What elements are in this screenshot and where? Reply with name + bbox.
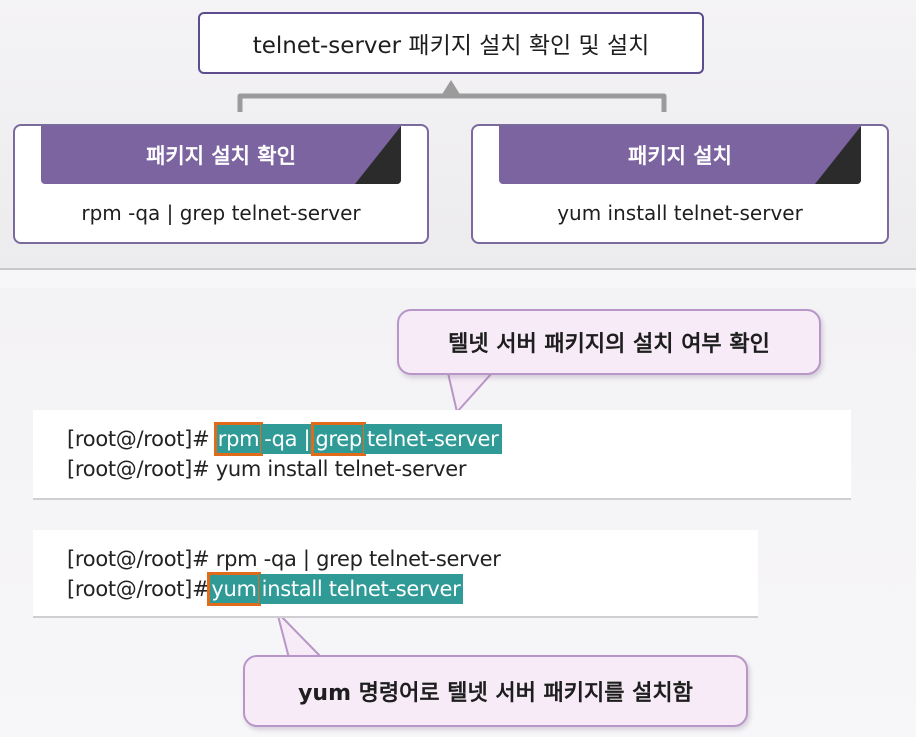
terminal-line: [root@/root]# yum install telnet-server <box>67 454 851 484</box>
cmd-rpm: rpm <box>213 422 264 456</box>
terminal-line: [root@/root]# rpm -qa | grep telnet-serv… <box>67 544 758 574</box>
callout-install: yum 명령어로 텔넷 서버 패키지를 설치함 <box>243 655 748 727</box>
prompt: [root@/root]# <box>67 577 210 601</box>
cmd-yum: yum <box>207 572 261 606</box>
terminal-line: [root@/root]# rpm -qa | grep telnet-server <box>67 422 851 456</box>
cmd-text: rpm -qa | grep telnet-server <box>215 547 501 571</box>
callout-check: 텔넷 서버 패키지의 설치 여부 확인 <box>397 309 821 375</box>
cmd-qa: -qa | <box>261 424 314 454</box>
cmd-text: yum install telnet-server <box>215 457 467 481</box>
cmd-install-telnet-server: install telnet-server <box>258 574 464 604</box>
terminal-block-install: [root@/root]# rpm -qa | grep telnet-serv… <box>33 530 758 618</box>
cmd-grep: grep <box>311 422 366 456</box>
prompt: [root@/root]# <box>67 547 210 571</box>
prompt: [root@/root]# <box>67 457 210 481</box>
prompt: [root@/root]# <box>67 427 210 451</box>
terminal-block-check: [root@/root]# rpm -qa | grep telnet-server … <box>33 410 851 500</box>
terminal-line: [root@/root]#yum install telnet-server <box>67 572 758 606</box>
cmd-telnet-server: telnet-server <box>363 424 502 454</box>
